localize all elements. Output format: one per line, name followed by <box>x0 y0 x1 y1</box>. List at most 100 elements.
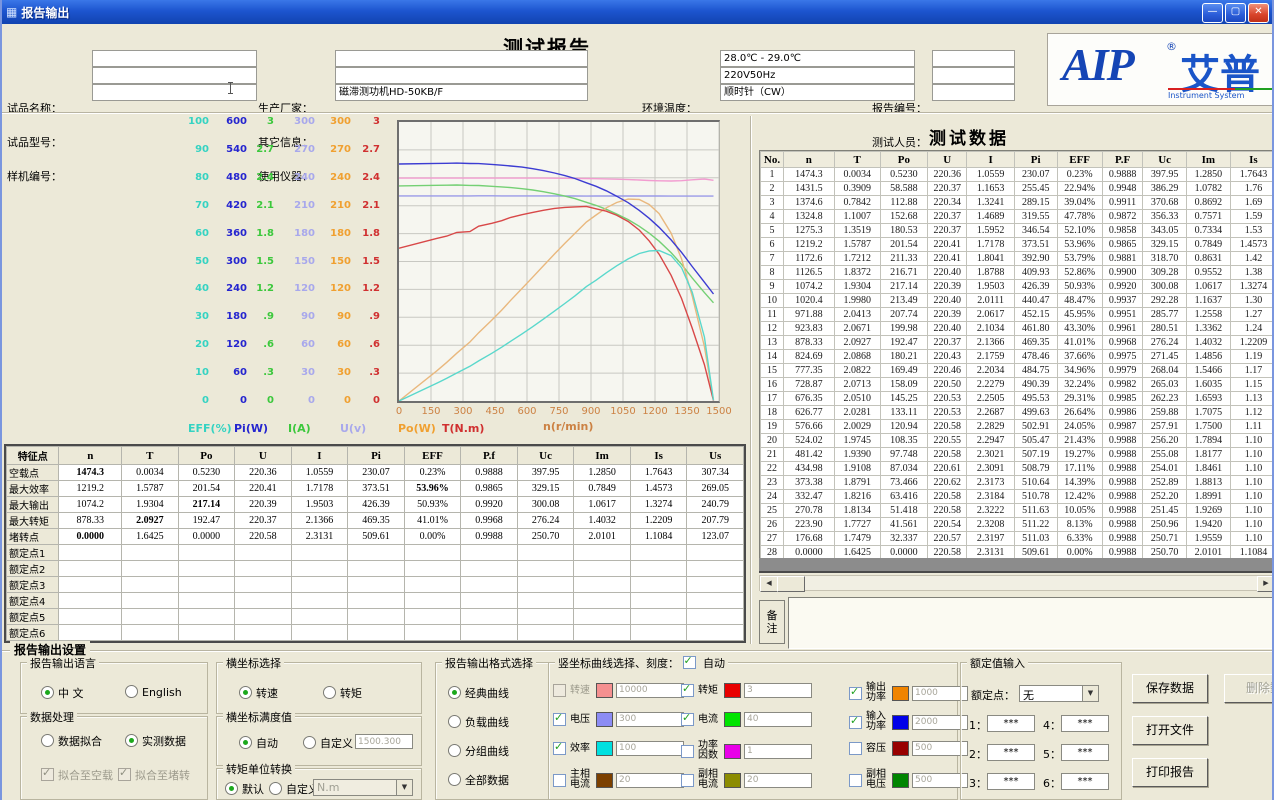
rated-field-input[interactable]: *** <box>987 715 1035 732</box>
scale-input[interactable]: 100 <box>616 741 684 756</box>
curve-checkbox[interactable] <box>681 774 694 787</box>
scale-input[interactable]: 1 <box>744 744 812 759</box>
table-row[interactable]: 27176.681.747932.337220.572.3197511.036.… <box>761 532 1274 546</box>
column-header[interactable]: Im <box>1186 152 1230 168</box>
form-input[interactable] <box>932 67 1015 84</box>
table-row[interactable]: 81126.51.8372216.71220.401.8788409.9352.… <box>761 266 1274 280</box>
table-scrollbar[interactable]: ◀ ▶ <box>759 575 1274 591</box>
radio-option[interactable]: 经典曲线 <box>448 685 509 701</box>
curve-checkbox[interactable] <box>553 684 566 697</box>
column-header[interactable]: n <box>784 152 835 168</box>
column-header[interactable]: Po <box>880 152 927 168</box>
scroll-right-button[interactable]: ▶ <box>1257 576 1274 592</box>
form-input[interactable] <box>335 67 588 84</box>
form-input[interactable]: 顺时针（CW） <box>720 84 915 101</box>
table-row[interactable]: 14824.692.0868180.21220.432.1759478.4637… <box>761 350 1274 364</box>
column-header[interactable]: Is <box>1230 152 1274 168</box>
remark-textarea[interactable] <box>788 597 1274 649</box>
table-row[interactable]: 41324.81.1007152.68220.371.4689319.5547.… <box>761 210 1274 224</box>
rated-field-input[interactable]: *** <box>1061 715 1109 732</box>
table-row[interactable]: 24332.471.821663.416220.582.3184510.7812… <box>761 490 1274 504</box>
curve-checkbox[interactable] <box>681 684 694 697</box>
column-header[interactable]: Pi <box>1014 152 1057 168</box>
radio-option[interactable]: 全部数据 <box>448 772 509 788</box>
torque-unit-dropdown[interactable]: N.m▼ <box>313 779 413 796</box>
table-row[interactable]: 18626.772.0281133.11220.532.2687499.6326… <box>761 406 1274 420</box>
button-保存数据[interactable]: 保存数据 <box>1132 674 1208 703</box>
column-header[interactable]: Uc <box>1143 152 1186 168</box>
table-row[interactable]: 22434.981.910887.034220.612.3091508.7917… <box>761 462 1274 476</box>
rated-field-input[interactable]: *** <box>987 773 1035 790</box>
column-header[interactable]: P.F <box>1102 152 1143 168</box>
table-row[interactable]: 26223.901.772741.561220.542.3208511.228.… <box>761 518 1274 532</box>
table-row[interactable]: 16728.872.0713158.09220.502.2279490.3932… <box>761 378 1274 392</box>
rated-field-input[interactable]: *** <box>1061 744 1109 761</box>
form-input[interactable]: 磁滞测功机HD-50KB/F <box>335 84 588 101</box>
table-row[interactable]: 12923.832.0671199.98220.402.1034461.8043… <box>761 322 1274 336</box>
curve-checkbox[interactable] <box>849 687 862 700</box>
curve-checkbox[interactable] <box>849 742 862 755</box>
table-row[interactable]: 91074.21.9304217.14220.391.9503426.3950.… <box>761 280 1274 294</box>
curve-checkbox[interactable] <box>553 742 566 755</box>
curve-checkbox[interactable] <box>553 774 566 787</box>
scale-input[interactable]: 300 <box>616 712 684 727</box>
form-input[interactable] <box>932 50 1015 67</box>
table-row[interactable]: 31374.60.7842112.88220.341.3241289.1539.… <box>761 196 1274 210</box>
scale-input[interactable]: 20 <box>744 773 812 788</box>
radio-option[interactable]: 负载曲线 <box>448 714 509 730</box>
table-row[interactable]: 25270.781.813451.418220.582.3222511.6310… <box>761 504 1274 518</box>
radio-option[interactable]: 转速 <box>239 685 278 701</box>
form-input[interactable]: 220V50Hz <box>720 67 915 84</box>
rated-field-input[interactable]: *** <box>987 744 1035 761</box>
table-row[interactable]: 15777.352.0822169.49220.462.2034484.7534… <box>761 364 1274 378</box>
radio-option[interactable]: 自定义 <box>303 735 353 751</box>
table-row[interactable]: 23373.381.879173.466220.622.3173510.6414… <box>761 476 1274 490</box>
radio-option[interactable]: 转矩 <box>323 685 362 701</box>
table-row[interactable]: 19576.662.0029120.94220.582.2829502.9124… <box>761 420 1274 434</box>
table-row[interactable]: 20524.021.9745108.35220.552.2947505.4721… <box>761 434 1274 448</box>
fullscale-input[interactable]: 1500.300 <box>355 734 413 749</box>
scroll-thumb[interactable] <box>777 576 805 592</box>
radio-option[interactable]: English <box>125 685 182 699</box>
scale-input[interactable]: 10000 <box>616 683 684 698</box>
radio-option[interactable]: 数据拟合 <box>41 733 102 749</box>
auto-scale-checkbox[interactable] <box>683 656 696 669</box>
curve-checkbox[interactable] <box>681 745 694 758</box>
radio-option[interactable]: 中 文 <box>41 685 84 701</box>
button-打印报告[interactable]: 打印报告 <box>1132 758 1208 787</box>
table-row[interactable]: 71172.61.7212211.33220.411.8041392.9053.… <box>761 252 1274 266</box>
form-input[interactable] <box>92 50 257 67</box>
scale-input[interactable]: 20 <box>616 773 684 788</box>
radio-option[interactable]: 默认 <box>225 781 264 797</box>
column-header[interactable]: No. <box>761 152 784 168</box>
table-row[interactable]: 101020.41.9980213.49220.402.0111440.4748… <box>761 294 1274 308</box>
curve-checkbox[interactable] <box>849 774 862 787</box>
curve-checkbox[interactable] <box>553 713 566 726</box>
table-row[interactable]: 13878.332.0927192.47220.372.1366469.3541… <box>761 336 1274 350</box>
table-row[interactable]: 51275.31.3519180.53220.371.5952346.5452.… <box>761 224 1274 238</box>
column-header[interactable]: T <box>834 152 880 168</box>
scroll-left-button[interactable]: ◀ <box>760 576 778 592</box>
rated-field-input[interactable]: *** <box>1061 773 1109 790</box>
rated-point-dropdown[interactable]: 无▼ <box>1019 685 1099 702</box>
curve-checkbox[interactable] <box>849 716 862 729</box>
column-header[interactable]: U <box>928 152 967 168</box>
close-button[interactable]: ✕ <box>1248 3 1269 23</box>
maximize-button[interactable]: ▢ <box>1225 3 1246 23</box>
form-input[interactable]: 28.0℃ - 29.0℃ <box>720 50 915 67</box>
scale-input[interactable]: 3 <box>744 683 812 698</box>
table-row[interactable]: 61219.21.5787201.54220.411.7178373.5153.… <box>761 238 1274 252</box>
scale-input[interactable]: 40 <box>744 712 812 727</box>
curve-checkbox[interactable] <box>681 713 694 726</box>
radio-option[interactable]: 自定义 <box>269 781 319 797</box>
radio-option[interactable]: 实测数据 <box>125 733 186 749</box>
table-row[interactable]: 21431.50.390958.588220.371.1653255.4522.… <box>761 182 1274 196</box>
form-input[interactable] <box>335 50 588 67</box>
column-header[interactable]: EFF <box>1057 152 1102 168</box>
radio-option[interactable]: 自动 <box>239 735 278 751</box>
form-input[interactable] <box>932 84 1015 101</box>
table-row[interactable]: 280.00001.64250.0000220.582.3131509.610.… <box>761 546 1274 560</box>
radio-option[interactable]: 分组曲线 <box>448 743 509 759</box>
minimize-button[interactable]: — <box>1202 3 1223 23</box>
table-row[interactable]: 11474.30.00340.5230220.361.0559230.070.2… <box>761 168 1274 182</box>
